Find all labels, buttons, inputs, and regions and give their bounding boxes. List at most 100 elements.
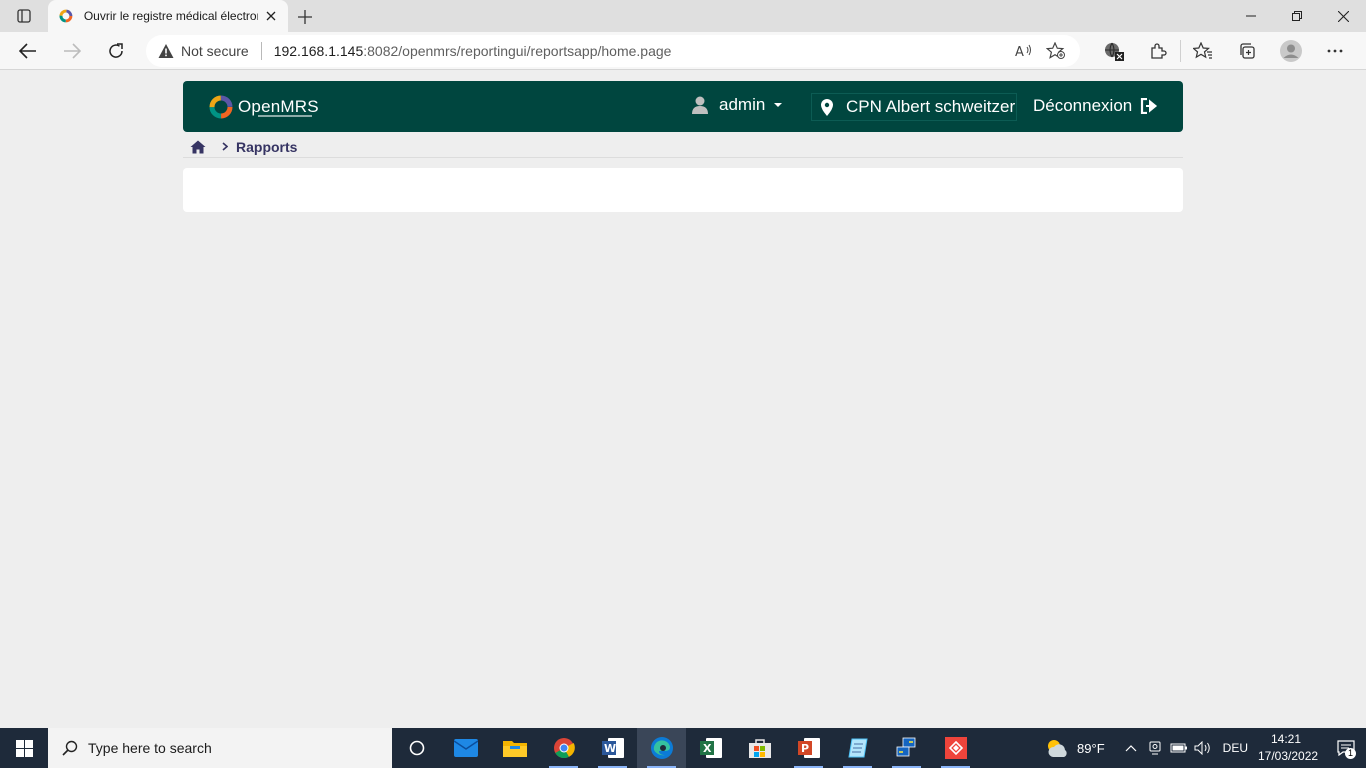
openmrs-logo[interactable]: OpenMRS (208, 94, 319, 120)
tray-overflow-button[interactable] (1119, 728, 1143, 768)
powerpoint-icon: P (797, 738, 820, 758)
taskbar-word[interactable]: W (588, 728, 637, 768)
browser-toolbar: Not secure 192.168.1.145:8082/openmrs/re… (0, 32, 1366, 70)
settings-more-button[interactable] (1313, 36, 1357, 66)
chevron-down-icon (774, 103, 783, 107)
logout-label: Déconnexion (1033, 96, 1133, 115)
taskbar-mail[interactable] (441, 728, 490, 768)
read-aloud-icon: A (1015, 44, 1031, 59)
sign-out-icon (1141, 98, 1158, 114)
breadcrumb: Rapports (183, 136, 1183, 158)
partly-cloudy-icon (1048, 740, 1067, 757)
taskbar-edge[interactable] (637, 728, 686, 768)
minimize-button[interactable] (1228, 0, 1274, 32)
device-icon (1149, 741, 1161, 755)
user-name: admin (719, 95, 766, 114)
extension-globe-icon (1105, 42, 1124, 61)
avatar-icon (1280, 40, 1302, 62)
taskbar-chrome[interactable] (539, 728, 588, 768)
taskbar-notepad[interactable] (833, 728, 882, 768)
address-bar[interactable]: Not secure 192.168.1.145:8082/openmrs/re… (146, 35, 1080, 67)
tab-actions-button[interactable] (0, 0, 48, 32)
taskbar-powerpoint[interactable]: P (784, 728, 833, 768)
collections-icon (1240, 43, 1255, 59)
tab-title: Ouvrir le registre médical électronique (83, 9, 258, 23)
taskbar-file-explorer[interactable] (490, 728, 539, 768)
tray-meet-button[interactable] (1143, 728, 1167, 768)
folder-icon (502, 741, 527, 757)
chevron-up-icon (1125, 745, 1137, 752)
notification-count-badge: 1 (1345, 748, 1356, 759)
svg-text:X: X (703, 742, 712, 755)
restore-icon (1292, 11, 1302, 21)
plus-icon (298, 10, 312, 24)
tab-actions-icon (17, 9, 31, 23)
input-language[interactable]: DEU (1223, 741, 1248, 755)
user-icon (692, 96, 708, 114)
mail-icon (453, 739, 478, 757)
battery-icon (1170, 743, 1187, 753)
weather-temperature: 89°F (1077, 740, 1105, 756)
store-icon (748, 739, 771, 758)
window-controls (1228, 0, 1366, 32)
reload-button[interactable] (100, 36, 132, 66)
more-horizontal-icon (1327, 49, 1343, 53)
logout-link[interactable]: Déconnexion (1033, 96, 1158, 116)
tab-close-button[interactable] (262, 7, 280, 25)
svg-text:W: W (604, 742, 616, 755)
url-text[interactable]: 192.168.1.145:8082/openmrs/reportingui/r… (274, 43, 672, 59)
cortana-button[interactable] (392, 728, 441, 768)
taskbar-store[interactable] (735, 728, 784, 768)
taskbar-anydesk[interactable] (931, 728, 980, 768)
home-icon[interactable] (190, 140, 206, 154)
taskbar-search[interactable]: Type here to search (48, 728, 392, 768)
forward-button[interactable] (56, 36, 88, 66)
logo-text: OpenMRS (238, 97, 319, 116)
reload-icon (109, 43, 123, 58)
new-tab-button[interactable] (292, 4, 318, 30)
add-favorite-button[interactable] (1040, 40, 1072, 62)
extensions-button[interactable] (1136, 36, 1180, 66)
location-name: CPN Albert schweitzer (846, 97, 1016, 116)
not-secure-label[interactable]: Not secure (181, 43, 249, 59)
notification-center-button[interactable]: 1 (1326, 728, 1366, 768)
star-add-icon (1046, 42, 1065, 59)
taskbar-excel[interactable]: X (686, 728, 735, 768)
tray-volume-button[interactable] (1191, 728, 1215, 768)
read-aloud-button[interactable]: A (1008, 40, 1040, 62)
location-selector[interactable]: CPN Albert schweitzer (811, 93, 1018, 121)
profile-button[interactable] (1269, 36, 1313, 66)
volume-icon (1194, 741, 1210, 755)
user-menu[interactable]: admin (692, 95, 783, 115)
browser-tab-active[interactable]: Ouvrir le registre médical électronique (48, 0, 288, 32)
back-button[interactable] (12, 36, 44, 66)
start-button[interactable] (0, 728, 48, 768)
search-placeholder: Type here to search (88, 740, 212, 756)
favorites-button[interactable] (1181, 36, 1225, 66)
weather-widget[interactable]: 89°F (1045, 738, 1105, 758)
map-pin-icon (821, 98, 833, 116)
address-separator (260, 42, 262, 60)
taskbar-clock[interactable]: 14:21 17/03/2022 (1258, 731, 1318, 765)
content-panel (183, 168, 1183, 212)
close-window-button[interactable] (1320, 0, 1366, 32)
taskbar-network-tool[interactable] (882, 728, 931, 768)
edge-icon (650, 737, 673, 759)
url-host: 192.168.1.145 (273, 43, 364, 59)
clock-time: 14:21 (1270, 732, 1302, 746)
browser-extensions (1092, 36, 1357, 66)
address-bar-actions: A (1008, 40, 1072, 62)
openmrs-favicon-icon (59, 9, 73, 23)
chrome-icon (553, 738, 575, 759)
url-path: :8082/openmrs/reportingui/reportsapp/hom… (363, 43, 672, 59)
minimize-icon (1246, 15, 1256, 17)
restore-button[interactable] (1274, 0, 1320, 32)
collections-button[interactable] (1225, 36, 1269, 66)
search-icon (62, 740, 78, 756)
extension-button[interactable] (1092, 36, 1136, 66)
network-computer-icon (896, 737, 915, 757)
word-icon: W (601, 738, 624, 758)
windows-taskbar: Type here to search W X P 89°F DEU 14:21… (0, 728, 1366, 768)
tray-battery-button[interactable] (1167, 728, 1191, 768)
openmrs-header: OpenMRS admin CPN Albert schweitzer Déco… (183, 81, 1183, 132)
